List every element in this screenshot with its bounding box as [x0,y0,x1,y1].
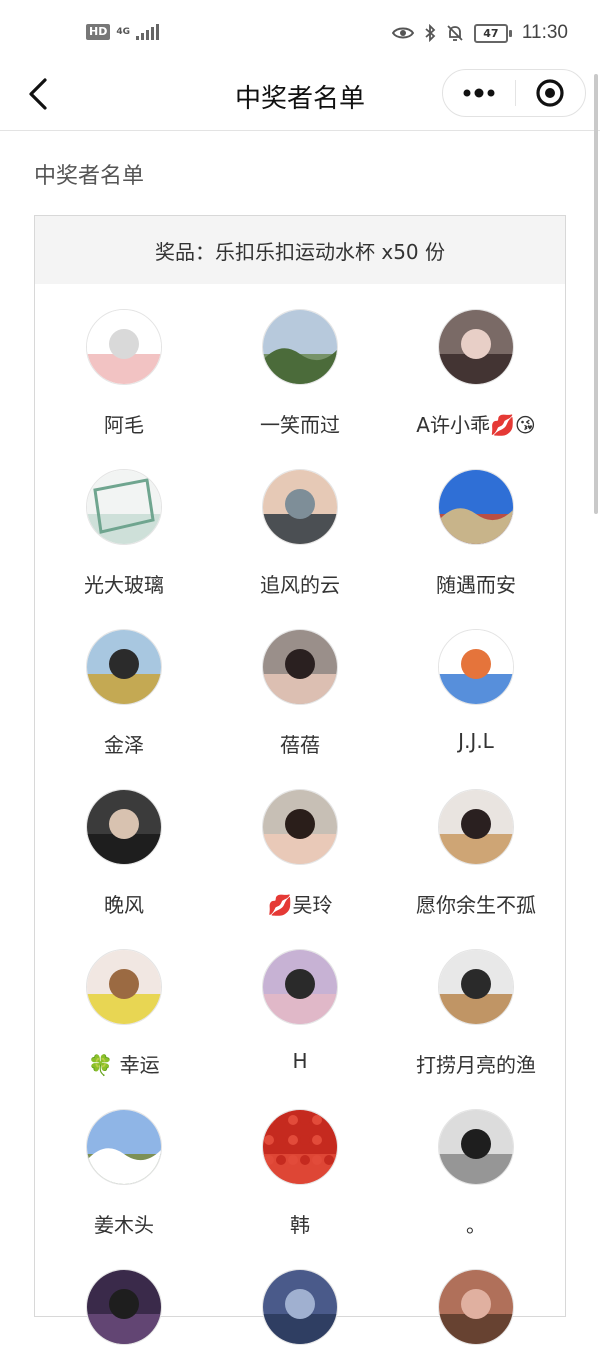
winner-name: 愿你余生不孤 [416,893,536,917]
winner-item: 韩 [212,1109,388,1238]
avatar [262,949,338,1025]
avatar [438,1269,514,1345]
winner-name: 打捞月亮的渔 [416,1053,536,1077]
avatar [438,629,514,705]
avatar [86,1109,162,1185]
winner-name: J.J.L [458,729,494,753]
avatar [262,789,338,865]
winner-name: 阿毛 [104,413,144,437]
winner-name: 🍀 幸运 [88,1053,160,1077]
battery-level: 47 [473,23,508,43]
winner-item: 追风的云 [212,469,388,598]
avatar [438,469,514,545]
winner-item: 晚风 [36,789,212,918]
section-heading: 中奖者名单 [34,164,145,189]
winners-card: 奖品：乐扣乐扣运动水杯 x50 份 阿毛 一笑而过 A许小乖💋😘 光大玻璃 追风的云 随遇… [34,215,566,1345]
status-bar: HD 4G 47 11:30 [0,0,600,66]
avatar [438,309,514,385]
winner-name: 蓓蓓 [280,733,320,757]
winner-item: 打捞月亮的渔 [388,949,564,1078]
winner-item: 🍀 幸运 [36,949,212,1078]
winner-item: A许小乖💋😘 [388,309,564,438]
bell-muted-icon [446,24,464,42]
winner-item: J.J.L [388,629,564,753]
winner-item: 金泽 [36,629,212,758]
winner-name: 光大玻璃 [84,573,164,597]
winner-name: 姜木头 [94,1213,154,1237]
avatar [262,309,338,385]
eye-icon [391,26,414,40]
winner-name: 韩 [290,1213,310,1237]
winner-item [36,1269,212,1345]
avatar [262,629,338,705]
nav-bar: 中奖者名单 [0,66,600,131]
target-close-icon [536,79,564,107]
winner-name: 晚风 [104,893,144,917]
prize-bar: 奖品：乐扣乐扣运动水杯 x50 份 [35,216,565,284]
winner-item: H [212,949,388,1073]
avatar [438,949,514,1025]
battery-icon: 47 [473,23,512,43]
avatar [438,789,514,865]
bluetooth-icon [424,24,436,42]
hd-badge: HD [86,24,111,40]
avatar [262,1109,338,1185]
winner-item: 蓓蓓 [212,629,388,758]
scrollbar[interactable] [594,74,598,514]
winner-item: 随遇而安 [388,469,564,598]
avatar [86,309,162,385]
status-right: 47 11:30 [391,22,568,44]
close-button[interactable] [516,70,584,116]
mini-program-capsule [442,69,586,117]
avatar [262,469,338,545]
avatar [438,1109,514,1185]
winner-name: 。 [466,1213,486,1237]
winner-item: 愿你余生不孤 [388,789,564,918]
winner-name: 追风的云 [260,573,340,597]
winner-name: 一笑而过 [260,413,340,437]
winner-name: H [292,1049,308,1073]
avatar [86,629,162,705]
winner-name: 随遇而安 [436,573,516,597]
winner-item: 姜木头 [36,1109,212,1238]
clock: 11:30 [521,22,568,43]
avatar [86,789,162,865]
avatar [262,1269,338,1345]
winner-item: 光大玻璃 [36,469,212,598]
winner-name: 金泽 [104,733,144,757]
winner-item: 一笑而过 [212,309,388,438]
network-type: 4G [116,26,130,37]
winner-name: A许小乖💋😘 [416,413,536,437]
winner-item: 阿毛 [36,309,212,438]
signal-icon [136,24,159,40]
winner-item: 💋吴玲 [212,789,388,918]
prize-text: 奖品：乐扣乐扣运动水杯 x50 份 [155,239,445,264]
winner-item [388,1269,564,1345]
avatar [86,1269,162,1345]
more-dots-icon [463,88,495,98]
avatar [86,469,162,545]
winner-item: 。 [388,1109,564,1238]
status-left: HD 4G [86,24,159,40]
avatar [86,949,162,1025]
winner-item [212,1269,388,1345]
more-button[interactable] [443,70,515,116]
winner-name: 💋吴玲 [267,893,333,917]
